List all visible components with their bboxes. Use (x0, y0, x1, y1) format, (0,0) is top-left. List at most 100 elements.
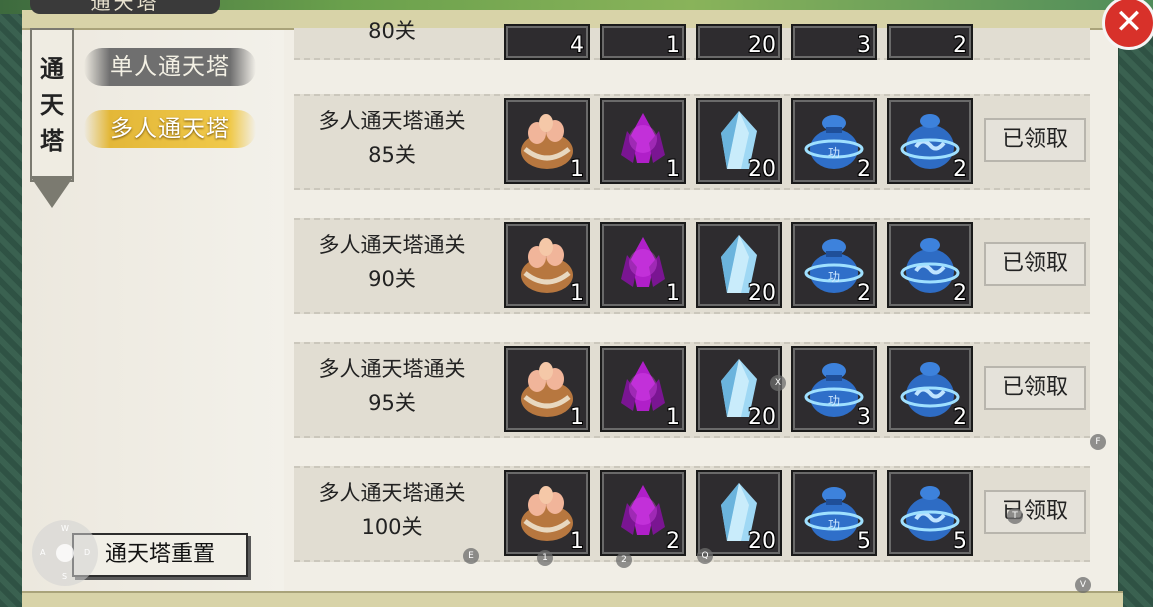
tower-reset-button[interactable]: 通天塔重置 (72, 533, 248, 577)
cake-bag-icon (521, 238, 573, 293)
joystick-knob[interactable] (56, 544, 74, 562)
item-count: 2 (857, 281, 871, 306)
purple-crystal-icon (621, 113, 665, 163)
row-title: 多人通天塔通关 (318, 109, 466, 133)
item-count: 20 (748, 281, 776, 306)
hotkey-hint[interactable]: 2 (616, 552, 632, 568)
reward-slot[interactable]: 1 (504, 346, 590, 432)
reward-slot[interactable]: 2 (887, 346, 973, 432)
item-count: 1 (666, 33, 680, 58)
item-count: 4 (570, 33, 584, 58)
hotkey-hint[interactable]: X (770, 375, 786, 391)
reward-slot[interactable]: 20 (696, 346, 782, 432)
item-count: 20 (748, 529, 776, 554)
reward-slot[interactable]: 1 (600, 24, 686, 60)
reward-slot[interactable]: 1 (504, 98, 590, 184)
reward-slot[interactable]: 20 (696, 24, 782, 60)
item-count: 2 (953, 33, 967, 58)
reward-slot[interactable]: 2 (600, 470, 686, 556)
reward-row-partial: 80关 4 1 20 3 2 (294, 19, 1090, 60)
close-button[interactable]: ✕ (1102, 0, 1153, 50)
reward-slot[interactable]: 20 (696, 222, 782, 308)
reward-row: 多人通天塔通关 95关 1 1 20 功 3 2 已领取 (294, 342, 1090, 438)
item-count: 1 (666, 281, 680, 306)
tab-single-tower[interactable]: 单人通天塔 (84, 48, 256, 86)
blue-pouch-icon: 功 (804, 363, 864, 417)
hotkey-hint[interactable]: V (1075, 577, 1091, 593)
reward-slot[interactable]: 20 (696, 98, 782, 184)
virtual-joystick[interactable]: W A S D (32, 520, 98, 586)
reward-slot[interactable]: 2 (887, 222, 973, 308)
hotkey-hint[interactable]: Q (697, 548, 713, 564)
item-count: 20 (748, 33, 776, 58)
banner-char: 塔 (40, 126, 64, 155)
blue-swirl-pouch-icon (900, 238, 960, 293)
reward-slot[interactable]: 2 (887, 24, 973, 60)
blue-swirl-pouch-icon (900, 114, 960, 169)
cake-bag-icon (521, 362, 573, 417)
cake-bag-icon (521, 486, 573, 541)
item-count: 2 (953, 281, 967, 306)
hotkey-hint[interactable]: E (463, 548, 479, 564)
reward-slot[interactable]: 4 (504, 24, 590, 60)
row-label: 多人通天塔通关 90关 (302, 228, 482, 296)
reward-row: 多人通天塔通关 100关 1 2 20 功 5 5 已领取 (294, 466, 1090, 562)
reward-slot[interactable]: 1 (600, 98, 686, 184)
joystick-key: D (84, 548, 91, 557)
blue-pouch-icon: 功 (804, 115, 864, 169)
item-count: 5 (857, 529, 871, 554)
reward-slot[interactable]: 1 (600, 222, 686, 308)
svg-text:功: 功 (828, 270, 840, 284)
blue-swirl-pouch-icon (900, 486, 960, 541)
reward-slot[interactable]: 功5 (791, 470, 877, 556)
claimed-button[interactable]: 已领取 (984, 242, 1086, 286)
tower-banner: 通 天 塔 (30, 28, 74, 182)
blue-swirl-pouch-icon (900, 362, 960, 417)
reward-slot[interactable]: 1 (504, 470, 590, 556)
item-count: 1 (570, 529, 584, 554)
item-count: 1 (570, 157, 584, 182)
reward-slot[interactable]: 20 (696, 470, 782, 556)
item-count: 1 (666, 405, 680, 430)
reward-slot[interactable]: 1 (600, 346, 686, 432)
row-title: 多人通天塔通关 (318, 233, 466, 257)
hotkey-hint[interactable]: 1 (537, 550, 553, 566)
tab-multi-tower[interactable]: 多人通天塔 (84, 110, 256, 148)
hotkey-hint[interactable]: F (1090, 434, 1106, 450)
claimed-button[interactable]: 已领取 (984, 366, 1086, 410)
claimed-button[interactable]: 已领取 (984, 118, 1086, 162)
row-level-label: 80关 (368, 19, 416, 43)
row-label: 多人通天塔通关 95关 (302, 352, 482, 420)
reward-slot[interactable]: 功3 (791, 346, 877, 432)
reward-slot[interactable]: 2 (887, 98, 973, 184)
reward-slot[interactable]: 功2 (791, 98, 877, 184)
item-count: 1 (570, 281, 584, 306)
item-count: 1 (666, 157, 680, 182)
item-count: 5 (953, 529, 967, 554)
reward-slot[interactable]: 3 (791, 24, 877, 60)
item-count: 20 (748, 405, 776, 430)
purple-crystal-icon (621, 237, 665, 287)
item-count: 2 (953, 157, 967, 182)
banner-char: 天 (40, 90, 64, 119)
row-level: 95关 (368, 391, 416, 415)
bottom-border-bar (22, 591, 1123, 607)
purple-crystal-icon (621, 361, 665, 411)
blue-pouch-icon: 功 (804, 239, 864, 293)
hotkey-hint[interactable]: T (1007, 508, 1023, 524)
purple-crystal-icon (621, 485, 665, 535)
svg-text:功: 功 (828, 394, 840, 408)
row-level: 100关 (361, 515, 423, 539)
cake-bag-icon (521, 114, 573, 169)
item-count: 2 (953, 405, 967, 430)
reward-slot[interactable]: 1 (504, 222, 590, 308)
item-count: 3 (857, 33, 871, 58)
reward-slot[interactable]: 功2 (791, 222, 877, 308)
reward-row: 多人通天塔通关 90关 1 1 20 功 2 2 已领取 (294, 218, 1090, 314)
item-count: 3 (857, 405, 871, 430)
claimed-button[interactable]: 已领取 (984, 490, 1086, 534)
joystick-key: S (62, 572, 68, 581)
reward-slot[interactable]: 5 (887, 470, 973, 556)
right-jade-frame (1119, 0, 1153, 607)
row-label: 多人通天塔通关 100关 (302, 476, 482, 544)
